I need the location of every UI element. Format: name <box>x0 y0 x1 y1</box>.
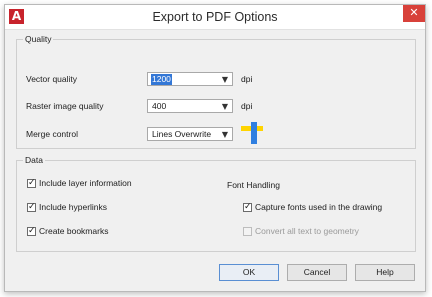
create-bookmarks-checkbox[interactable]: ✓ Create bookmarks <box>27 226 108 236</box>
convert-text-label: Convert all text to geometry <box>255 226 359 236</box>
font-handling-label: Font Handling <box>227 180 280 190</box>
chevron-down-icon[interactable]: ▼ <box>220 100 230 112</box>
include-layer-checkbox[interactable]: ✓ Include layer information <box>27 178 132 188</box>
data-group: Data ✓ Include layer information ✓ Inclu… <box>16 155 416 252</box>
check-icon: ✓ <box>28 201 36 212</box>
vector-quality-select[interactable]: 1200 ▼ <box>147 72 233 86</box>
check-icon: ✓ <box>28 225 36 236</box>
chevron-down-icon[interactable]: ▼ <box>220 128 230 140</box>
quality-group-label: Quality <box>23 34 54 44</box>
convert-text-checkbox: Convert all text to geometry <box>243 226 359 236</box>
merge-control-label: Merge control <box>26 129 78 139</box>
help-button[interactable]: Help <box>355 264 415 281</box>
include-layer-label: Include layer information <box>39 178 132 188</box>
cancel-button[interactable]: Cancel <box>287 264 347 281</box>
include-hyperlinks-label: Include hyperlinks <box>39 202 108 212</box>
export-pdf-dialog: A Export to PDF Options ✕ Quality Vector… <box>4 4 426 292</box>
dialog-title: Export to PDF Options <box>152 10 278 24</box>
raster-quality-value: 400 <box>152 101 167 111</box>
merge-control-preview-icon <box>239 120 269 146</box>
merge-control-value: Lines Overwrite <box>152 129 212 139</box>
vector-quality-unit: dpi <box>241 74 253 84</box>
raster-quality-label: Raster image quality <box>26 101 104 111</box>
check-icon: ✓ <box>244 201 252 212</box>
ok-button[interactable]: OK <box>219 264 279 281</box>
chevron-down-icon[interactable]: ▼ <box>220 73 230 85</box>
capture-fonts-label: Capture fonts used in the drawing <box>255 202 383 212</box>
create-bookmarks-label: Create bookmarks <box>39 226 109 236</box>
raster-quality-unit: dpi <box>241 101 253 111</box>
check-icon: ✓ <box>28 177 36 188</box>
capture-fonts-checkbox[interactable]: ✓ Capture fonts used in the drawing <box>243 202 382 212</box>
merge-control-select[interactable]: Lines Overwrite ▼ <box>147 127 233 141</box>
close-button[interactable]: ✕ <box>403 5 425 22</box>
title-bar: A Export to PDF Options ✕ <box>5 5 425 30</box>
raster-quality-select[interactable]: 400 ▼ <box>147 99 233 113</box>
include-hyperlinks-checkbox[interactable]: ✓ Include hyperlinks <box>27 202 107 212</box>
quality-group: Quality Vector quality 1200 ▼ dpi Raster… <box>16 34 416 149</box>
data-group-label: Data <box>23 155 45 165</box>
close-icon: ✕ <box>409 6 419 19</box>
vector-quality-label: Vector quality <box>26 74 78 84</box>
vector-quality-value: 1200 <box>151 74 172 85</box>
